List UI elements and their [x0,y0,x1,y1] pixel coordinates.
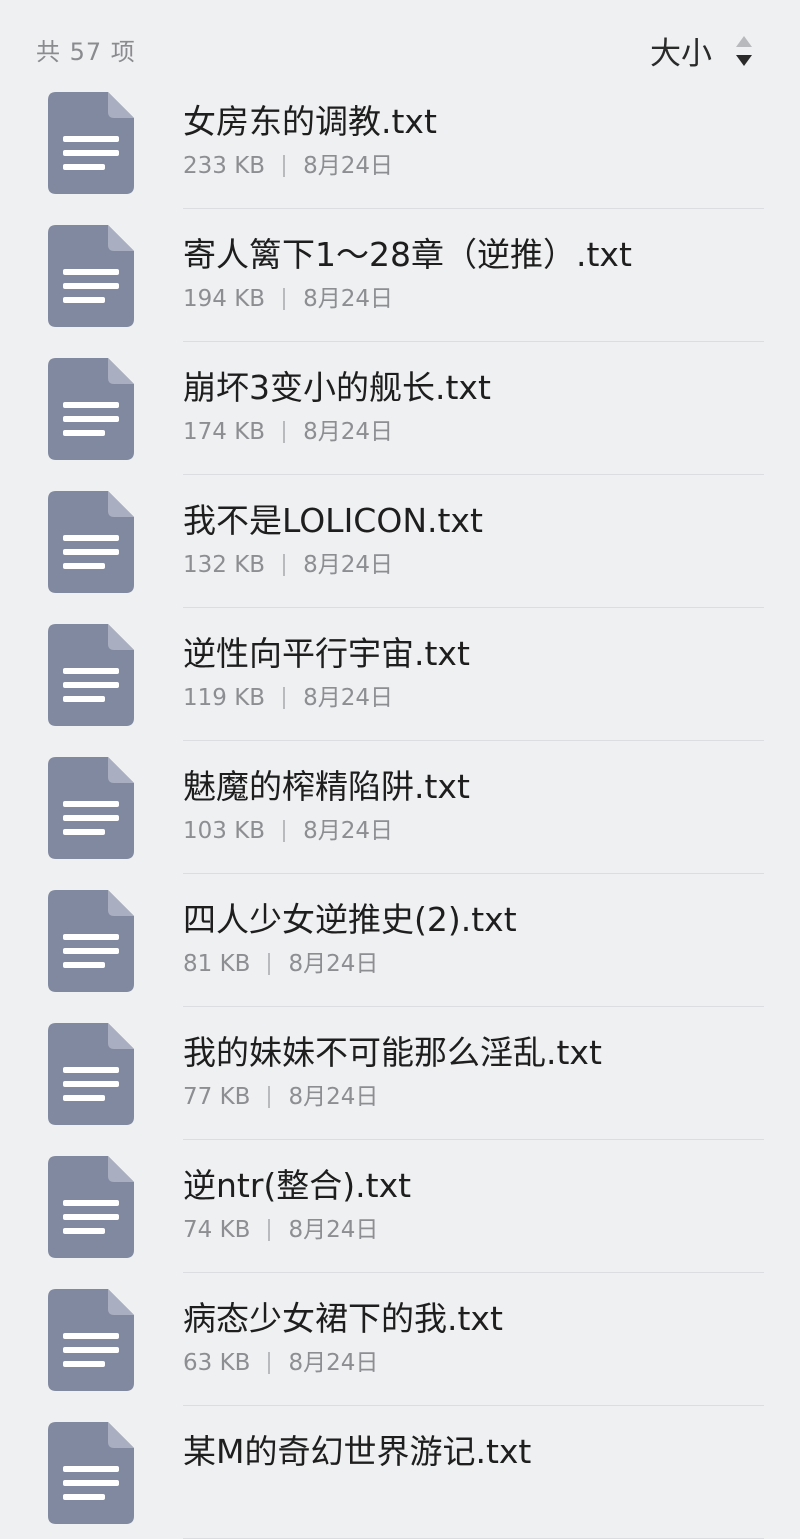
file-size: 132 KB [183,552,266,578]
file-meta: 103 KB 8月24日 [183,817,780,845]
file-row[interactable]: 崩坏3变小的舰长.txt 174 KB 8月24日 [0,342,800,475]
file-list: 女房东的调教.txt 233 KB 8月24日 寄人篱下1～28章（逆推）.tx… [0,76,800,1539]
text-file-icon [48,1023,134,1125]
file-date: 8月24日 [303,818,393,844]
file-name: 逆性向平行宇宙.txt [183,634,470,673]
meta-divider [268,1352,271,1374]
file-date: 8月24日 [303,419,393,445]
file-size: 194 KB [183,286,266,312]
file-name: 四人少女逆推史(2).txt [183,900,517,939]
file-name: 我不是LOLICON.txt [183,501,483,540]
file-meta: 119 KB 8月24日 [183,684,780,712]
text-file-icon [48,358,134,460]
file-name: 逆ntr(整合).txt [183,1166,412,1205]
file-name: 女房东的调教.txt [183,102,437,141]
file-row[interactable]: 我不是LOLICON.txt 132 KB 8月24日 [0,475,800,608]
file-name: 崩坏3变小的舰长.txt [183,368,491,407]
file-size: 81 KB [183,951,251,977]
text-file-icon [48,1289,134,1391]
text-file-icon [48,624,134,726]
meta-divider [283,820,286,842]
file-date: 8月24日 [288,1217,379,1243]
item-count: 共 57 项 [36,38,136,66]
file-row[interactable]: 逆性向平行宇宙.txt 119 KB 8月24日 [0,608,800,741]
file-meta: 63 KB 8月24日 [183,1349,780,1377]
text-file-icon [48,757,134,859]
file-row[interactable]: 女房东的调教.txt 233 KB 8月24日 [0,76,800,209]
sort-button[interactable]: 大小 [650,28,754,73]
file-date: 8月24日 [288,1084,379,1110]
meta-divider [283,421,286,443]
file-name: 我的妹妹不可能那么淫乱.txt [183,1033,602,1072]
file-meta: 233 KB 8月24日 [183,152,780,180]
text-file-icon [48,225,134,327]
file-row[interactable]: 逆ntr(整合).txt 74 KB 8月24日 [0,1140,800,1273]
file-size: 74 KB [183,1217,251,1243]
file-meta: 132 KB 8月24日 [183,551,780,579]
text-file-icon [48,890,134,992]
file-size: 119 KB [183,685,266,711]
file-meta: 77 KB 8月24日 [183,1083,780,1111]
file-meta: 194 KB 8月24日 [183,285,780,313]
text-file-icon [48,92,134,194]
file-date: 8月24日 [303,286,393,312]
file-meta [183,1482,780,1504]
meta-divider [283,554,286,576]
file-size: 103 KB [183,818,266,844]
meta-divider [283,687,286,709]
file-row[interactable]: 魅魔的榨精陷阱.txt 103 KB 8月24日 [0,741,800,874]
sort-order-icon [736,35,752,66]
text-file-icon [48,491,134,593]
meta-divider [283,155,286,177]
file-date: 8月24日 [303,552,393,578]
file-name: 病态少女裙下的我.txt [183,1299,503,1338]
file-date: 8月24日 [288,951,379,977]
file-name: 魅魔的榨精陷阱.txt [183,767,470,806]
file-date: 8月24日 [303,685,393,711]
text-file-icon [48,1422,134,1524]
file-row[interactable]: 病态少女裙下的我.txt 63 KB 8月24日 [0,1273,800,1406]
file-size: 63 KB [183,1350,251,1376]
meta-divider [283,288,286,310]
file-row[interactable]: 某M的奇幻世界游记.txt [0,1406,800,1539]
file-date: 8月24日 [303,153,393,179]
file-row[interactable]: 我的妹妹不可能那么淫乱.txt 77 KB 8月24日 [0,1007,800,1140]
file-meta: 174 KB 8月24日 [183,418,780,446]
file-row[interactable]: 四人少女逆推史(2).txt 81 KB 8月24日 [0,874,800,1007]
file-name: 寄人篱下1～28章（逆推）.txt [183,235,632,274]
sort-label: 大小 [650,36,712,72]
file-size: 233 KB [183,153,266,179]
file-meta: 74 KB 8月24日 [183,1216,780,1244]
file-name: 某M的奇幻世界游记.txt [183,1432,532,1471]
meta-divider [268,1219,271,1241]
file-size: 77 KB [183,1084,251,1110]
file-row[interactable]: 寄人篱下1～28章（逆推）.txt 194 KB 8月24日 [0,209,800,342]
meta-divider [268,953,271,975]
meta-divider [268,1086,271,1108]
file-meta: 81 KB 8月24日 [183,950,780,978]
file-size: 174 KB [183,419,266,445]
text-file-icon [48,1156,134,1258]
file-date: 8月24日 [288,1350,379,1376]
